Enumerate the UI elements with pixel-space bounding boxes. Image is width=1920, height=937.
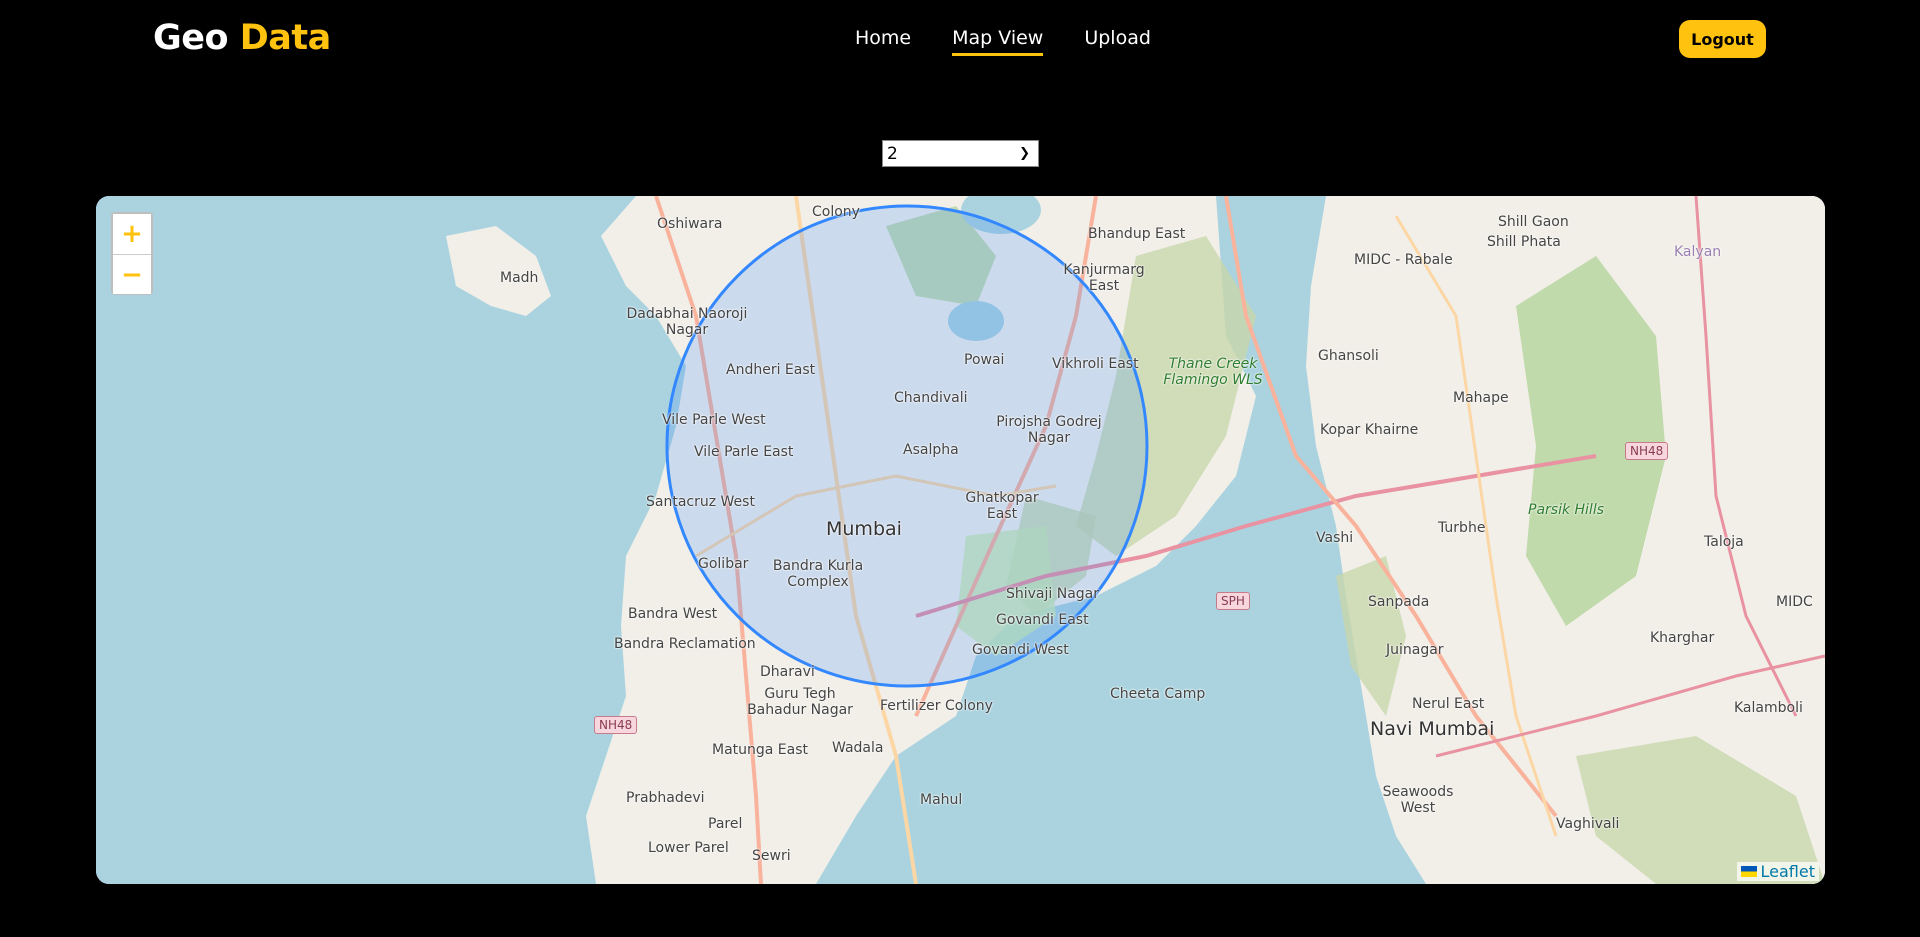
map-attribution: Leaflet	[1736, 862, 1819, 881]
top-navbar: Geo Data Home Map View Upload Logout	[0, 0, 1920, 80]
map-label: Mahape	[1453, 390, 1509, 406]
map-label: Thane Creek Flamingo WLS	[1163, 356, 1263, 388]
logout-button[interactable]: Logout	[1679, 20, 1766, 58]
map-label: NH48	[1625, 442, 1669, 460]
map-label: Kharghar	[1650, 630, 1715, 646]
dataset-select-wrapper: 2 ❯	[882, 140, 1039, 167]
brand-text-data: Data	[239, 18, 332, 58]
map-label: Bhandup East	[1088, 226, 1186, 242]
dataset-select[interactable]: 2	[883, 141, 1038, 166]
ukraine-flag-icon	[1740, 866, 1757, 877]
map-label: Mumbai	[826, 518, 902, 540]
map-label: Dharavi	[760, 664, 815, 680]
map-label: Vile Parle West	[662, 412, 766, 428]
nav-upload[interactable]: Upload	[1084, 27, 1151, 56]
map-label: Lower Parel	[648, 840, 729, 856]
map-label: NH48	[594, 716, 638, 734]
map-label: Parsik Hills	[1528, 502, 1605, 518]
map-label: Golibar	[698, 556, 749, 572]
map-label: Vashi	[1316, 530, 1354, 546]
nav-home[interactable]: Home	[855, 27, 911, 56]
map-label: Powai	[964, 352, 1005, 368]
map-label: Govandi East	[996, 612, 1089, 628]
main-nav: Home Map View Upload	[855, 27, 1151, 56]
map-label: Shivaji Nagar	[1006, 586, 1100, 602]
map-label: Sanpada	[1368, 594, 1430, 610]
map-label: Cheeta Camp	[1110, 686, 1206, 702]
map-label: Dadabhai Naoroji Nagar	[626, 306, 748, 338]
zoom-in-button[interactable]: +	[113, 214, 151, 254]
map-label: Vaghivali	[1556, 816, 1620, 832]
map-label: Sewri	[752, 848, 791, 864]
map-label: Colony	[812, 204, 860, 220]
map-label: Kopar Khairne	[1320, 422, 1419, 438]
map-label: Pirojsha Godrej Nagar	[996, 414, 1102, 446]
map-label: MIDC - Rabale	[1354, 252, 1453, 268]
map-label: Navi Mumbai	[1370, 718, 1495, 740]
map-tiles	[96, 196, 1825, 884]
map-label: Turbhe	[1438, 520, 1486, 536]
map-label: Chandivali	[894, 390, 968, 406]
map-label: Nerul East	[1412, 696, 1485, 712]
map-label: Andheri East	[726, 362, 816, 378]
map-label: Shill Phata	[1487, 234, 1561, 250]
map-label: Taloja	[1704, 534, 1744, 550]
map-label: Oshiwara	[657, 216, 723, 232]
map-label: Prabhadevi	[626, 790, 705, 806]
map-label: Seawoods West	[1382, 784, 1454, 816]
map-label: Matunga East	[712, 742, 809, 758]
map-label: Bandra West	[628, 606, 718, 622]
map-label: Asalpha	[903, 442, 959, 458]
map-label: Ghansoli	[1318, 348, 1379, 364]
map-label: Guru Tegh Bahadur Nagar	[747, 686, 853, 718]
map-label: Bandra Reclamation	[614, 636, 756, 652]
map-label: Wadala	[832, 740, 884, 756]
map-label: Parel	[708, 816, 743, 832]
brand-text-geo: Geo	[153, 18, 229, 58]
map-label: Madh	[500, 270, 539, 286]
map-label: Fertilizer Colony	[880, 698, 993, 714]
map-label: Mahul	[920, 792, 963, 808]
map-label: MIDC	[1776, 594, 1813, 610]
map-label: Ghatkopar East	[965, 490, 1039, 522]
map-label: Bandra Kurla Complex	[772, 558, 864, 590]
map-label: Santacruz West	[646, 494, 755, 510]
map-label: Kalyan	[1674, 244, 1722, 260]
map-label: Govandi West	[972, 642, 1069, 658]
nav-map-view[interactable]: Map View	[952, 27, 1044, 56]
map-label: Vikhroli East	[1052, 356, 1139, 372]
map-label: Shill Gaon	[1498, 214, 1569, 230]
zoom-out-button[interactable]: −	[113, 254, 151, 294]
map-label: Kanjurmarg East	[1063, 262, 1145, 294]
leaflet-link[interactable]: Leaflet	[1761, 862, 1815, 881]
map-label: Juinagar	[1386, 642, 1444, 658]
map-label: Vile Parle East	[694, 444, 794, 460]
map-label: Kalamboli	[1734, 700, 1803, 716]
zoom-control: + −	[111, 212, 153, 295]
brand-logo[interactable]: Geo Data	[153, 18, 331, 58]
map-label: SPH	[1216, 592, 1250, 610]
map-container[interactable]: Oshiwara Colony Bhandup East Shill Gaon …	[96, 196, 1825, 884]
